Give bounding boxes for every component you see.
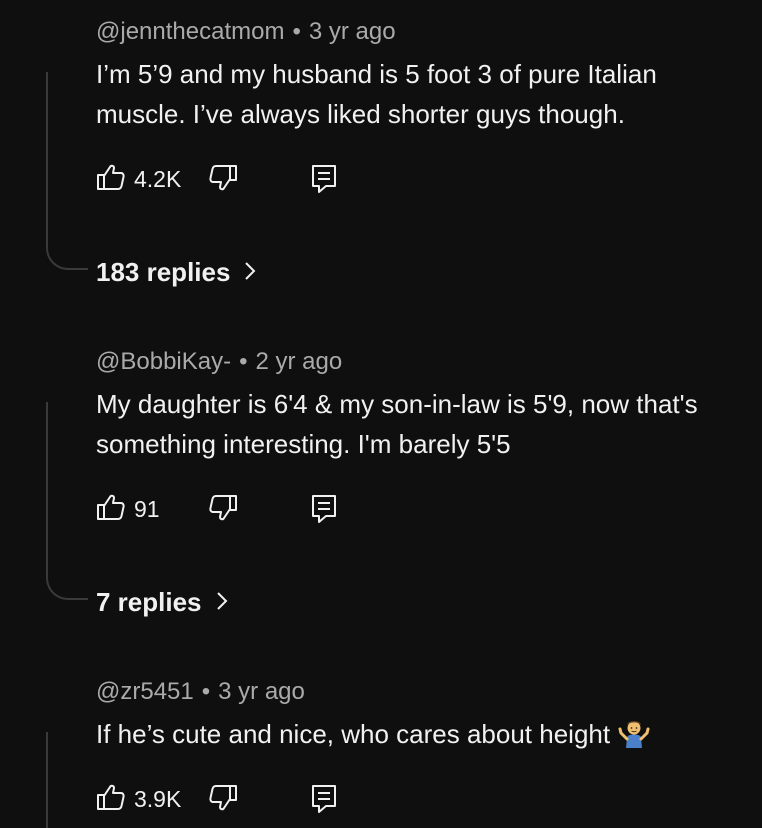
- comment-author[interactable]: @zr5451: [96, 678, 194, 705]
- thread-line: [46, 402, 88, 600]
- like-count: 4.2K: [134, 165, 182, 192]
- chevron-right-icon: [202, 587, 228, 618]
- comment-author[interactable]: @jennthecatmom: [96, 18, 284, 45]
- comment-text-body: If he’s cute and nice, who cares about h…: [96, 719, 611, 749]
- like-button[interactable]: 4.2K: [96, 163, 181, 195]
- comment-item: @BobbiKay- • 2 yr ago My daughter is 6'4 &…: [0, 330, 762, 660]
- comment-time[interactable]: 3 yr ago: [309, 18, 396, 45]
- like-button[interactable]: 3.9K: [96, 783, 181, 815]
- comment-time[interactable]: 2 yr ago: [256, 348, 343, 375]
- thread-line: [46, 72, 88, 270]
- comment-item: @zr5451 • 3 yr ago If he’s cute and nice, …: [0, 660, 762, 828]
- meta-separator: •: [201, 678, 211, 705]
- thumbs-down-icon: [208, 165, 238, 197]
- meta-separator: •: [239, 348, 248, 375]
- comment-text: If he’s cute and nice, who cares about h…: [96, 714, 746, 760]
- view-replies-link[interactable]: 183 replies: [96, 257, 256, 288]
- chevron-right-icon: [230, 257, 256, 288]
- comment-text: My daughter is 6'4 & my son-in-law is 5'…: [96, 389, 698, 459]
- like-button[interactable]: 91: [96, 493, 160, 525]
- thread-line: [46, 732, 88, 828]
- comment-time[interactable]: 3 yr ago: [218, 678, 305, 705]
- reply-icon: [310, 165, 338, 199]
- comment-text: I’m 5’9 and my husband is 5 foot 3 of pu…: [96, 59, 657, 129]
- thumbs-down-icon: [208, 785, 238, 817]
- comments-list: @jennthecatmom • 3 yr ago I’m 5’9 and my h…: [0, 0, 762, 828]
- comment-meta: @zr5451 • 3 yr ago: [96, 678, 305, 706]
- comment-meta: @BobbiKay- • 2 yr ago: [96, 348, 342, 376]
- comment-actions: 3.9K: [96, 783, 356, 815]
- reply-button[interactable]: [310, 163, 338, 195]
- dislike-button[interactable]: [208, 493, 238, 525]
- shrug-emoji: [618, 717, 650, 760]
- reply-button[interactable]: [310, 783, 338, 815]
- thumbs-down-icon: [208, 495, 238, 527]
- comment-meta: @jennthecatmom • 3 yr ago: [96, 18, 396, 46]
- dislike-button[interactable]: [208, 783, 238, 815]
- thumbs-up-icon: [96, 782, 126, 817]
- like-count: 3.9K: [134, 785, 182, 812]
- comment-actions: 4.2K: [96, 163, 356, 195]
- view-replies-link[interactable]: 7 replies: [96, 587, 228, 618]
- thumbs-up-icon: [96, 492, 126, 527]
- reply-icon: [310, 495, 338, 529]
- meta-separator: •: [292, 18, 301, 45]
- replies-label: 183 replies: [96, 257, 231, 287]
- dislike-button[interactable]: [208, 163, 238, 195]
- replies-label: 7 replies: [96, 587, 202, 617]
- comment-actions: 91: [96, 493, 356, 525]
- comment-item: @jennthecatmom • 3 yr ago I’m 5’9 and my h…: [0, 0, 762, 330]
- thumbs-up-icon: [96, 162, 126, 197]
- comment-author[interactable]: @BobbiKay-: [96, 348, 231, 375]
- reply-button[interactable]: [310, 493, 338, 525]
- like-count: 91: [134, 495, 160, 522]
- reply-icon: [310, 785, 338, 819]
